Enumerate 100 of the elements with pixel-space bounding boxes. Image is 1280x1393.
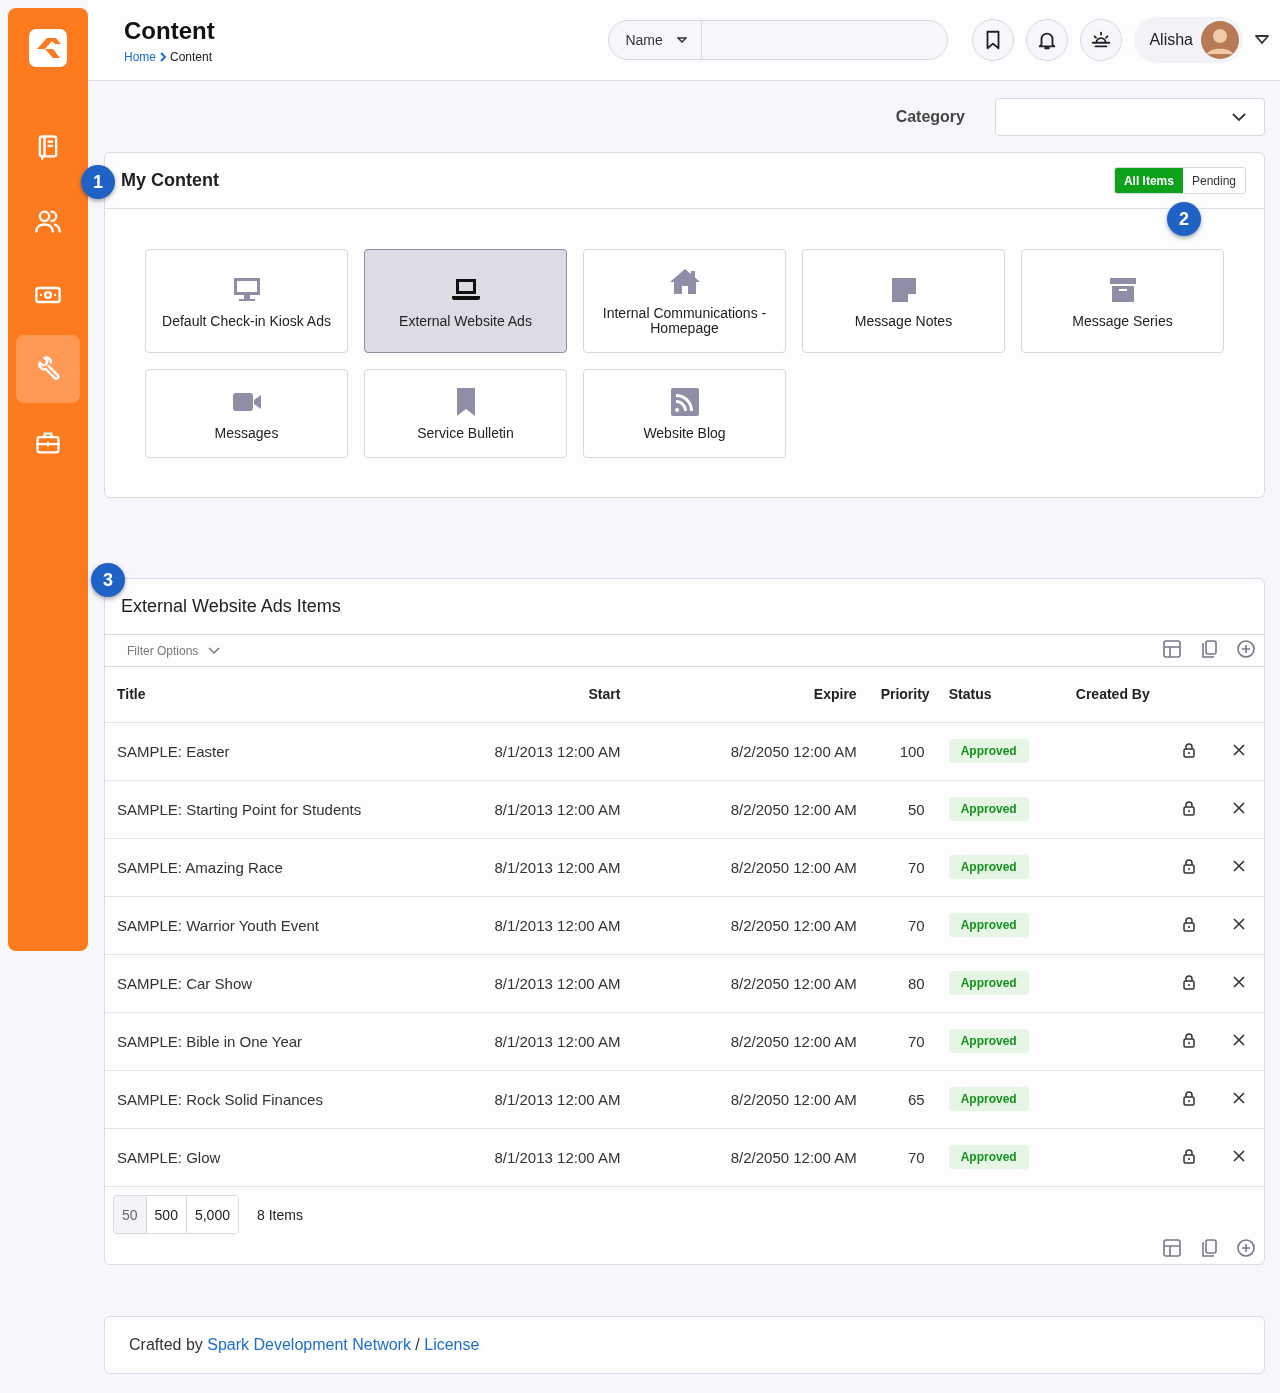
status-badge: Approved <box>948 971 1029 995</box>
delete-button[interactable] <box>1231 974 1246 989</box>
filter-options-toggle[interactable]: Filter Options <box>127 643 221 658</box>
status-badge: Approved <box>948 1145 1029 1170</box>
table-cell: 8/1/2013 12:00 AM <box>494 1090 621 1108</box>
table-cell: 8/2/2050 12:00 AM <box>730 800 857 818</box>
security-button[interactable] <box>1180 799 1197 816</box>
close-icon <box>1231 974 1246 989</box>
table-cell: 8/1/2013 12:00 AM <box>494 916 621 934</box>
footer-text: Crafted by Spark Development Network / License <box>129 1336 481 1354</box>
column-header[interactable]: Priority <box>880 686 930 703</box>
caret-icon <box>1255 35 1269 45</box>
table-icon <box>1162 1238 1182 1258</box>
lock-icon <box>1180 1089 1197 1106</box>
search-field[interactable]: Name <box>608 20 949 60</box>
breadcrumb-link[interactable]: Home <box>124 49 156 64</box>
delete-button[interactable] <box>1231 1032 1246 1047</box>
column-header[interactable]: Created By <box>1075 686 1150 703</box>
column-header[interactable]: Start <box>588 686 621 703</box>
breadcrumb-current: Content <box>170 49 213 64</box>
table-cell: 8/1/2013 12:00 AM <box>494 974 621 992</box>
content-channel-tile[interactable]: Internal Communications - Homepage <box>583 249 786 353</box>
theme-button[interactable] <box>1080 19 1123 61</box>
security-button[interactable] <box>1180 1089 1197 1106</box>
delete-button[interactable] <box>1231 1148 1246 1163</box>
content-channel-tile[interactable]: External Website Ads <box>364 249 567 353</box>
footer-link[interactable]: License <box>424 1336 480 1353</box>
step-marker: 1 <box>81 165 115 199</box>
table-cell: 100 <box>899 742 925 760</box>
item-count: 8 Items <box>257 1206 303 1223</box>
section-title: My Content <box>121 170 219 191</box>
bookmark-button[interactable] <box>972 19 1015 61</box>
table-cell: 8/2/2050 12:00 AM <box>730 1032 857 1050</box>
status-badge: Approved <box>948 739 1029 763</box>
chevron-down-icon <box>1232 113 1246 121</box>
content-channel-tile[interactable]: Message Notes <box>802 249 1005 353</box>
table-cell: 8/2/2050 12:00 AM <box>730 916 857 934</box>
security-button[interactable] <box>1180 973 1197 990</box>
lock-icon <box>1180 857 1197 874</box>
security-button[interactable] <box>1180 915 1197 932</box>
page-size-button[interactable]: 5,000 <box>185 1196 238 1233</box>
close-icon <box>1231 916 1246 931</box>
security-button[interactable] <box>1180 741 1197 758</box>
delete-button[interactable] <box>1231 916 1246 931</box>
table-cell: 80 <box>908 974 925 992</box>
content-channel-tile[interactable]: Service Bulletin <box>364 369 567 458</box>
column-header[interactable]: Title <box>117 686 146 703</box>
close-icon <box>1231 1032 1246 1047</box>
status-badge: Approved <box>948 913 1029 937</box>
copy-icon <box>1199 638 1219 659</box>
table-cell: 8/1/2013 12:00 AM <box>494 742 621 760</box>
table-cell: 70 <box>908 1032 925 1050</box>
step-marker: 2 <box>1167 202 1201 236</box>
content-channel-tile[interactable]: Default Check-in Kiosk Ads <box>145 249 348 353</box>
lock-icon <box>1180 1147 1197 1164</box>
column-header[interactable]: Expire <box>813 686 857 703</box>
table-cell: 8/1/2013 12:00 AM <box>494 1032 621 1050</box>
notifications-button[interactable] <box>1026 19 1069 61</box>
rss-feed-icon <box>668 386 701 418</box>
user-menu[interactable]: Alisha <box>1134 17 1243 63</box>
delete-button[interactable] <box>1231 800 1246 815</box>
table-icon <box>1162 638 1182 659</box>
table-cell: SAMPLE: Rock Solid Finances <box>117 1090 323 1108</box>
close-icon <box>1231 858 1246 873</box>
security-button[interactable] <box>1180 1147 1197 1164</box>
status-badge: Approved <box>948 797 1029 821</box>
table-cell: 70 <box>908 1148 925 1166</box>
table-cell: 70 <box>908 858 925 876</box>
content-channel-tile[interactable]: Message Series <box>1021 249 1224 353</box>
table-cell: 8/1/2013 12:00 AM <box>494 858 621 876</box>
lock-icon <box>1180 741 1197 758</box>
column-header[interactable]: Status <box>948 686 992 703</box>
delete-button[interactable] <box>1231 858 1246 873</box>
security-button[interactable] <box>1180 857 1197 874</box>
caret-icon <box>677 37 688 43</box>
add-icon <box>1236 1238 1256 1258</box>
table-cell: SAMPLE: Car Show <box>117 974 253 992</box>
delete-button[interactable] <box>1231 1090 1246 1105</box>
search-filter-dropdown[interactable]: Name <box>609 21 703 59</box>
lock-icon <box>1180 915 1197 932</box>
step-marker: 3 <box>91 563 125 597</box>
lock-icon <box>1180 799 1197 816</box>
close-icon <box>1231 800 1246 815</box>
close-icon <box>1231 1148 1246 1163</box>
logo[interactable] <box>29 29 67 67</box>
security-button[interactable] <box>1180 1031 1197 1048</box>
delete-button[interactable] <box>1231 742 1246 757</box>
content-channel-tile[interactable]: Messages <box>145 369 348 458</box>
table-cell: SAMPLE: Starting Point for Students <box>117 800 362 818</box>
page-size-button[interactable]: 50 <box>114 1196 146 1233</box>
table-cell: 70 <box>908 916 925 934</box>
chevron-down-icon <box>208 646 221 655</box>
footer-link[interactable]: Spark Development Network <box>207 1336 411 1353</box>
page-title: Content <box>124 16 216 45</box>
lock-icon <box>1180 973 1197 990</box>
content-channel-tile[interactable]: Website Blog <box>583 369 786 458</box>
table-cell: SAMPLE: Amazing Race <box>117 858 283 876</box>
chevron-icon <box>159 51 167 62</box>
lock-icon <box>1180 1031 1197 1048</box>
status-badge: Approved <box>948 1087 1029 1111</box>
